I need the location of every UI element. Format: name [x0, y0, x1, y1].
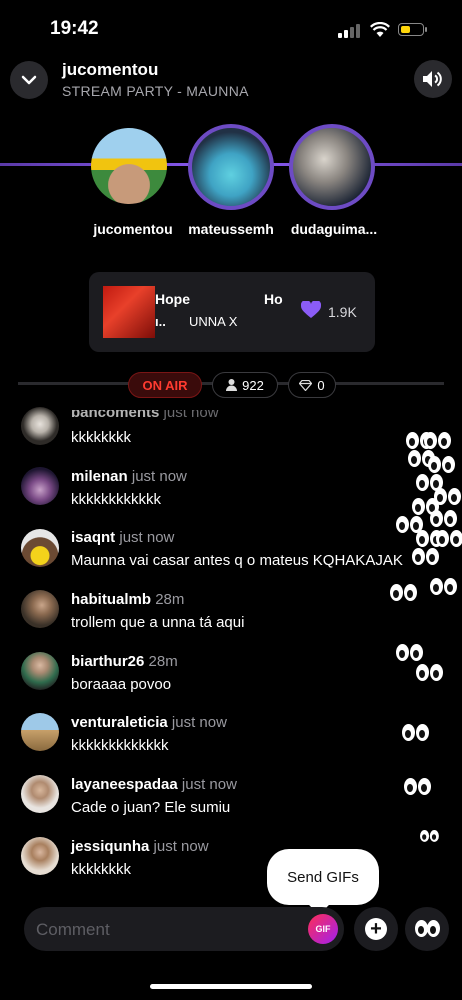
- chat-username[interactable]: layaneespadaa just now: [71, 776, 237, 793]
- album-art: [103, 286, 155, 338]
- gif-button[interactable]: GIF: [308, 914, 338, 944]
- status-time: 19:42: [50, 18, 99, 39]
- gem-count: 0: [317, 377, 325, 393]
- home-indicator[interactable]: [150, 984, 312, 989]
- participant-name: jucomentou: [93, 221, 173, 237]
- chat-message: boraaaa povoo: [71, 676, 172, 693]
- chat-avatar[interactable]: [21, 837, 59, 875]
- artist-prefix: ı..: [155, 314, 166, 329]
- chat-time: just now: [181, 776, 237, 793]
- chat-username[interactable]: isaqnt just now: [71, 529, 174, 546]
- cellular-signal-icon: [338, 24, 362, 38]
- chat-time: just now: [163, 404, 219, 421]
- like-count: 1.9K: [328, 304, 357, 320]
- plus-icon: +: [365, 918, 387, 940]
- now-playing-card[interactable]: Hope Ho ı.. UNNA X 1.9K: [89, 272, 375, 352]
- chat-message: Maunna vai casar antes q o mateus KQHAKA…: [71, 552, 403, 569]
- chat-avatar[interactable]: [21, 713, 59, 751]
- volume-button[interactable]: [414, 60, 452, 98]
- chat-avatar[interactable]: [21, 652, 59, 690]
- chat-username[interactable]: biarthur26 28m: [71, 653, 178, 670]
- add-button[interactable]: +: [354, 907, 398, 951]
- chat-username[interactable]: venturaleticia just now: [71, 714, 227, 731]
- participant-name: dudaguima...: [290, 221, 378, 237]
- track-title: Hope: [155, 291, 190, 307]
- room-subtitle: STREAM PARTY - MAUNNA: [62, 83, 249, 99]
- chat-avatar[interactable]: [21, 529, 59, 567]
- track-title-scroll: Ho: [264, 291, 283, 307]
- gem-count-pill[interactable]: 0: [288, 372, 336, 398]
- chat-message: kkkkkkkkkkkkk: [71, 737, 169, 754]
- speaker-icon: [423, 71, 442, 87]
- chat-message: Cade o juan? Ele sumiu: [71, 799, 231, 816]
- eyes-reaction-button[interactable]: [405, 907, 449, 951]
- chat-message: trollem que a unna tá aqui: [71, 614, 245, 631]
- on-air-badge: ON AIR: [128, 372, 202, 398]
- chat-avatar[interactable]: [21, 467, 59, 505]
- track-artist: UNNA X: [189, 314, 238, 329]
- collapse-button[interactable]: [10, 61, 48, 99]
- wifi-icon: [370, 22, 390, 37]
- chat-time: 28m: [148, 653, 178, 670]
- heart-icon[interactable]: [301, 301, 321, 319]
- chat-avatar[interactable]: [21, 590, 59, 628]
- chat-username[interactable]: habitualmb 28m: [71, 591, 184, 608]
- viewer-count: 922: [242, 377, 264, 393]
- diamond-icon: [299, 379, 313, 391]
- chat-username[interactable]: bancoments just now: [71, 404, 219, 421]
- participant-avatar-dudaguima[interactable]: [289, 124, 375, 210]
- participant-avatar-mateussemh[interactable]: [188, 124, 274, 210]
- chat-time: just now: [153, 838, 209, 855]
- chat-avatar[interactable]: [21, 407, 59, 445]
- chat-username[interactable]: milenan just now: [71, 468, 187, 485]
- comment-placeholder: Comment: [36, 920, 110, 939]
- participant-avatar-jucomentou[interactable]: [91, 128, 167, 204]
- send-gifs-tooltip: Send GIFs: [267, 849, 379, 905]
- chat-message: kkkkkkkk: [71, 429, 131, 446]
- chat-username[interactable]: jessiqunha just now: [71, 838, 209, 855]
- chat-message: kkkkkkkk: [71, 861, 131, 878]
- chat-time: just now: [131, 468, 187, 485]
- chat-message: kkkkkkkkkkkk: [71, 491, 161, 508]
- chat-time: 28m: [155, 591, 185, 608]
- chat-time: just now: [119, 529, 175, 546]
- chat-avatar[interactable]: [21, 775, 59, 813]
- participant-name: mateussemh: [188, 221, 274, 237]
- chat-time: just now: [171, 714, 227, 731]
- viewer-count-pill[interactable]: 922: [212, 372, 278, 398]
- chevron-down-icon: [21, 75, 37, 85]
- room-host-name[interactable]: jucomentou: [62, 60, 158, 80]
- person-icon: [226, 379, 238, 391]
- battery-icon: [398, 23, 427, 36]
